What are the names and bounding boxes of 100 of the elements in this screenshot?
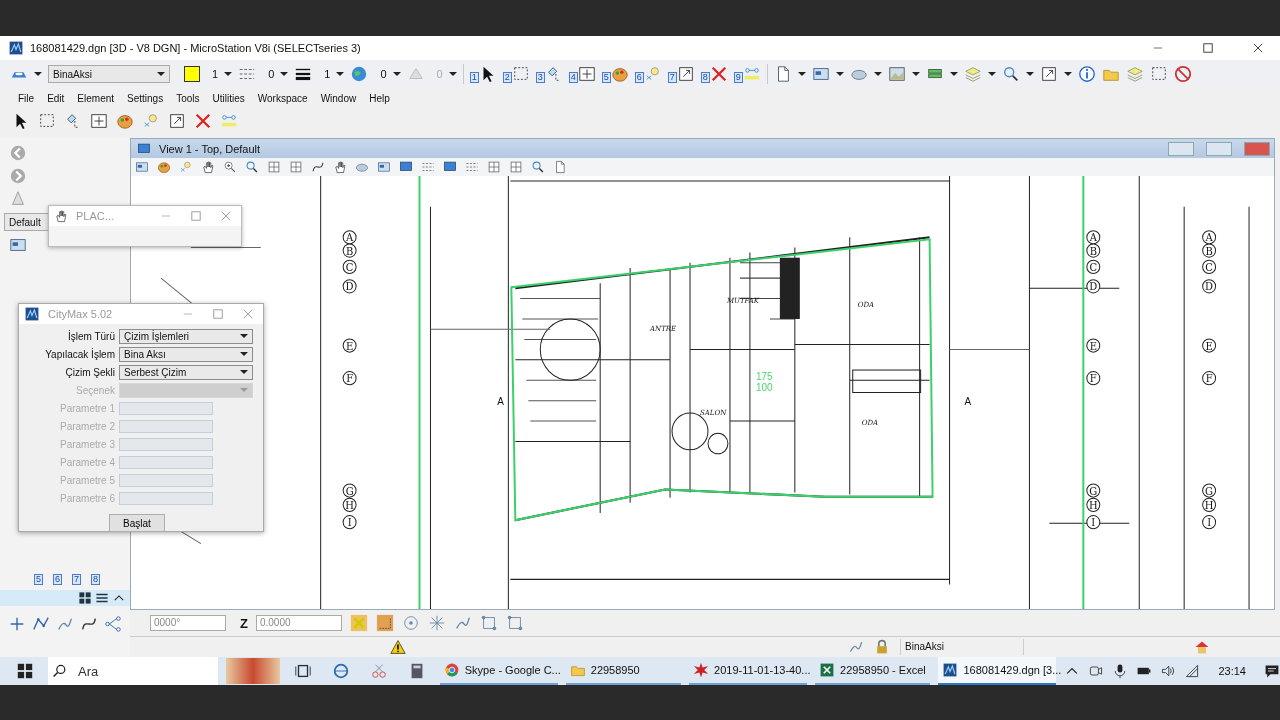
window-panes-icon[interactable]	[811, 65, 830, 83]
caret-icon[interactable]	[448, 72, 457, 76]
dropdown[interactable]: Serbest Çizim	[119, 364, 253, 380]
frame-icon[interactable]	[1149, 65, 1168, 83]
magnifier-icon[interactable]	[531, 160, 545, 174]
dropdown[interactable]: Bina Aksı	[119, 346, 253, 362]
corner-frame-icon[interactable]	[505, 614, 524, 632]
palette-icon[interactable]	[116, 112, 134, 130]
notification-icon[interactable]	[1264, 663, 1280, 679]
axis-bubble: F	[342, 371, 357, 386]
window-panes-icon[interactable]	[9, 236, 27, 254]
taskbar-app[interactable]: 22958950 - Excel	[815, 657, 931, 685]
globe-icon[interactable]	[350, 65, 369, 83]
speaker-icon[interactable]	[1160, 663, 1177, 679]
caret-icon[interactable]	[835, 72, 844, 76]
plus-icon[interactable]	[8, 615, 26, 633]
caret-icon[interactable]	[280, 72, 289, 76]
menu-item[interactable]: Settings	[127, 92, 164, 104]
grid-icon[interactable]	[78, 591, 92, 605]
caret-icon[interactable]	[1025, 72, 1034, 76]
dropdown[interactable]: Çizim İşlemleri	[119, 328, 253, 344]
magnifier-icon[interactable]	[1001, 65, 1020, 83]
sheets-icon[interactable]	[1125, 65, 1144, 83]
caret-icon[interactable]	[224, 72, 233, 76]
scissors-icon[interactable]	[369, 662, 388, 680]
menu-item[interactable]: Help	[369, 92, 390, 104]
caret-icon[interactable]	[392, 72, 401, 76]
close-button[interactable]	[1244, 141, 1270, 156]
clock[interactable]: 23:14	[1218, 665, 1246, 677]
image-thumbnail[interactable]	[226, 658, 280, 684]
screen-icon[interactable]	[443, 160, 457, 174]
close-icon[interactable]	[1251, 41, 1265, 55]
caret-icon[interactable]	[1063, 72, 1072, 76]
level-dropdown[interactable]: BinaAksi	[48, 65, 170, 83]
lock-icon[interactable]	[874, 639, 890, 655]
axis-bubble: D	[1086, 279, 1101, 294]
monitor-icon[interactable]	[399, 160, 413, 174]
window-title: 168081429.dgn [3D - V8 DGN] - MicroStation V8i (SELECTseries 3)	[30, 42, 361, 54]
branch-icon[interactable]	[104, 615, 122, 633]
dotted-snap-icon[interactable]	[375, 614, 394, 632]
axis-bubble: E	[1202, 338, 1217, 353]
maximize-icon[interactable]	[1201, 41, 1215, 55]
caret-icon[interactable]	[987, 72, 996, 76]
search-bar[interactable]: Ara	[48, 657, 219, 685]
menu-item[interactable]: Workspace	[257, 92, 308, 104]
task-view-icon[interactable]	[293, 662, 312, 680]
home-icon[interactable]	[1194, 639, 1210, 655]
taskbar-app[interactable]: 2019-11-01-13-40...	[689, 657, 808, 685]
palette-icon[interactable]	[157, 160, 171, 174]
caret-icon[interactable]	[873, 72, 882, 76]
cross-icon[interactable]	[709, 65, 728, 83]
landscape-icon[interactable]	[887, 65, 906, 83]
line-weight-value: 1	[324, 68, 331, 80]
zoom-in-icon[interactable]	[223, 160, 237, 174]
menu-item[interactable]: Edit	[47, 92, 65, 104]
caret-icon[interactable]	[911, 72, 920, 76]
angle-field[interactable]: 0000°	[150, 615, 226, 631]
back-icon[interactable]	[9, 144, 27, 162]
caret-icon[interactable]	[336, 72, 345, 76]
color-swatch[interactable]	[184, 66, 200, 82]
dashed-square-icon[interactable]	[38, 112, 56, 130]
signal-icon[interactable]	[1184, 663, 1201, 679]
search-input[interactable]: Ara	[76, 662, 200, 680]
start-button[interactable]: Başlat	[109, 514, 165, 532]
menu-item[interactable]: Utilities	[212, 92, 245, 104]
axis-bubble: G	[342, 483, 357, 498]
task-number: 7	[667, 72, 677, 83]
move-arrows-icon[interactable]	[90, 112, 108, 130]
menu-item[interactable]: Window	[320, 92, 357, 104]
window-panes-icon[interactable]	[135, 160, 149, 174]
palette-icon[interactable]	[610, 65, 629, 83]
caret-icon[interactable]	[797, 72, 806, 76]
pointing-hand-icon[interactable]	[201, 160, 215, 174]
caret-icon[interactable]	[949, 72, 958, 76]
zoom-out-icon[interactable]	[245, 160, 259, 174]
taskbar-app[interactable]: Skype - Google C...	[439, 657, 558, 685]
move-arrows-icon[interactable]	[577, 65, 596, 83]
layers-icon[interactable]	[963, 65, 982, 83]
globe-icon[interactable]	[331, 662, 350, 680]
taskbar-app[interactable]: 22958950	[565, 657, 682, 685]
sparkle-icon[interactable]	[427, 614, 446, 632]
menu-item[interactable]: Tools	[176, 92, 200, 104]
menu-item[interactable]: File	[18, 92, 35, 104]
list-icon[interactable]	[95, 591, 109, 605]
info-icon[interactable]	[1077, 65, 1096, 83]
menu-item[interactable]: Element	[77, 92, 115, 104]
cross-icon[interactable]	[194, 112, 212, 130]
warning-icon[interactable]	[390, 639, 406, 655]
forward-icon[interactable]	[9, 167, 27, 185]
dashed-square-icon[interactable]	[511, 65, 530, 83]
fit-view-icon[interactable]	[267, 160, 281, 174]
field-label: Parametre 6	[58, 492, 115, 504]
caret-icon[interactable]	[34, 72, 42, 76]
z-field[interactable]: 0.0000	[255, 615, 342, 631]
pan-hand-icon[interactable]	[333, 160, 347, 174]
no-entry-icon[interactable]	[1173, 65, 1192, 83]
field-label: Parametre 2	[58, 420, 115, 432]
windows-logo-icon[interactable]	[16, 662, 34, 680]
corner-frame-icon[interactable]	[479, 614, 498, 632]
copy-icon[interactable]	[553, 160, 567, 174]
